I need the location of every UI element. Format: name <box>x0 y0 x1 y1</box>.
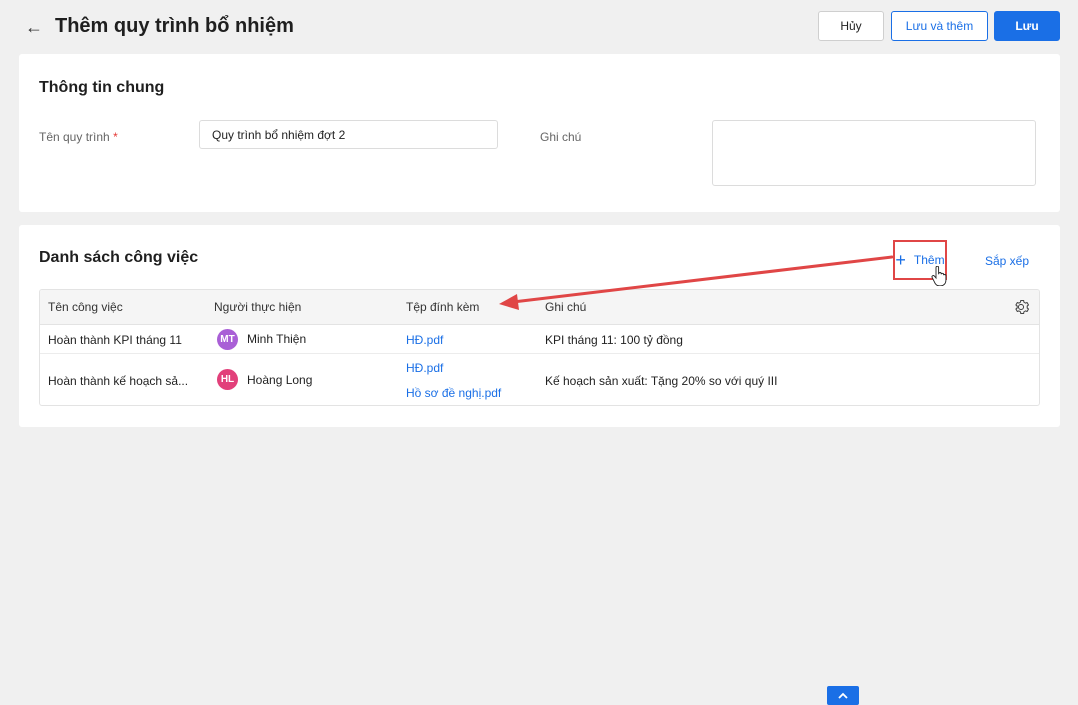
task-name: Hoàn thành kế hoạch sả... <box>48 374 189 388</box>
plus-icon: + <box>895 250 906 270</box>
avatar: HL <box>217 369 238 390</box>
save-button[interactable]: Lưu <box>994 11 1060 41</box>
top-bar: ← Thêm quy trình bổ nhiệm Hủy Lưu và thê… <box>0 0 1078 54</box>
sort-button[interactable]: Sắp xếp <box>985 254 1029 268</box>
add-task-label: Thêm <box>913 253 945 267</box>
task-list-card: Danh sách công việc + Thêm Sắp xếp Tên c… <box>19 225 1060 427</box>
attachment-link[interactable]: HĐ.pdf <box>406 333 443 347</box>
save-and-add-button[interactable]: Lưu và thêm <box>891 11 988 41</box>
note-textarea[interactable] <box>712 120 1036 186</box>
attachment-link[interactable]: HĐ.pdf <box>406 361 443 375</box>
general-info-title: Thông tin chung <box>39 79 165 96</box>
column-header-note: Ghi chú <box>545 300 587 314</box>
process-name-input[interactable]: Quy trình bổ nhiệm đợt 2 <box>199 120 498 149</box>
avatar: MT <box>217 329 238 350</box>
page-title: Thêm quy trình bổ nhiệm <box>55 15 294 37</box>
column-header-task-name: Tên công việc <box>48 300 123 314</box>
assignee-name: Minh Thiện <box>247 332 307 346</box>
general-info-card: Thông tin chung Tên quy trình * Quy trìn… <box>19 54 1060 212</box>
note-label: Ghi chú <box>540 130 582 144</box>
attachment-link[interactable]: Hồ sơ đề nghị.pdf <box>406 386 501 400</box>
table-header: Tên công việc Người thực hiện Tệp đính k… <box>40 290 1039 325</box>
task-name: Hoàn thành KPI tháng 11 <box>48 333 182 347</box>
task-note: Kế hoạch sản xuất: Tặng 20% so với quý I… <box>545 374 778 388</box>
scroll-to-top-button[interactable] <box>827 686 859 705</box>
task-note: KPI tháng 11: 100 tỷ đồng <box>545 333 683 347</box>
cancel-button[interactable]: Hủy <box>818 11 884 41</box>
table-row[interactable]: Hoàn thành KPI tháng 11 MT Minh Thiện HĐ… <box>40 325 1039 354</box>
column-header-attachments: Tệp đính kèm <box>406 300 480 314</box>
table-row[interactable]: Hoàn thành kế hoạch sả... HL Hoàng Long … <box>40 354 1039 405</box>
gear-icon[interactable] <box>1012 298 1030 316</box>
required-mark: * <box>113 130 118 144</box>
chevron-up-icon <box>838 692 848 699</box>
column-header-assignee: Người thực hiện <box>214 300 302 314</box>
hand-cursor-icon <box>931 266 947 286</box>
back-arrow-icon[interactable]: ← <box>25 17 43 37</box>
task-list-title: Danh sách công việc <box>39 249 199 266</box>
process-name-label: Tên quy trình * <box>39 130 118 144</box>
task-table: Tên công việc Người thực hiện Tệp đính k… <box>39 289 1040 406</box>
assignee-name: Hoàng Long <box>247 373 313 387</box>
